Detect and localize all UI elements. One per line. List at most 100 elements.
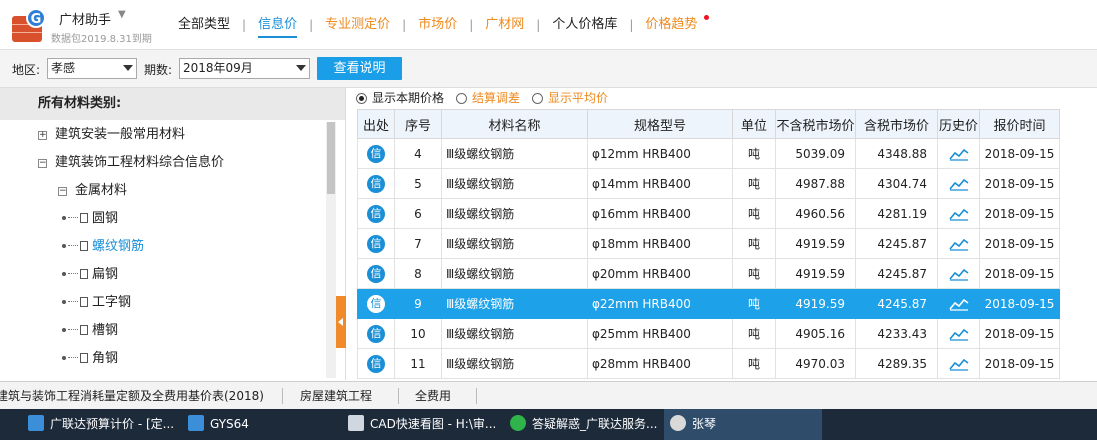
app-name[interactable]: 广材助手 bbox=[59, 9, 111, 28]
table-row[interactable]: 信 6 Ⅲ级螺纹钢筋 φ16mm HRB400 吨 4960.56 4281.19 2018-… bbox=[357, 198, 1060, 229]
info-price-badge-icon[interactable]: 信 bbox=[367, 294, 385, 313]
expand-icon[interactable]: + bbox=[38, 131, 47, 140]
panel-collapse-handle[interactable] bbox=[336, 296, 346, 348]
collapse-icon[interactable]: − bbox=[38, 159, 47, 168]
cell-price-in-tax[interactable]: 4233.43 bbox=[855, 318, 938, 349]
trend-chart-icon[interactable] bbox=[948, 236, 969, 251]
info-price-badge-icon[interactable]: 信 bbox=[367, 174, 385, 193]
radio-unchecked-icon[interactable] bbox=[456, 92, 468, 104]
cell-price-ex-tax[interactable]: 5039.09 bbox=[775, 138, 856, 169]
col-header-no[interactable]: 序号 bbox=[394, 109, 442, 139]
taskbar-item-user[interactable]: 张琴 bbox=[664, 409, 822, 440]
cell-price-in-tax[interactable]: 4348.88 bbox=[855, 138, 938, 169]
period-select[interactable]: 2018年09月 bbox=[179, 58, 310, 79]
nav-info-price[interactable]: 信息价 bbox=[246, 0, 309, 50]
trend-chart-icon[interactable] bbox=[948, 326, 969, 341]
taskbar-item-cad[interactable]: CAD快速看图 - H:\审... bbox=[342, 409, 500, 440]
radio-settlement-adjust[interactable]: 结算调差 bbox=[456, 88, 520, 108]
nav-price-trend[interactable]: 价格趋势 bbox=[633, 0, 715, 50]
table-row[interactable]: 信 11 Ⅲ级螺纹钢筋 φ28mm HRB400 吨 4970.03 4289.35 2018… bbox=[357, 348, 1060, 379]
trend-chart-icon[interactable] bbox=[948, 176, 969, 191]
col-header-price-in-tax[interactable]: 含税市场价 bbox=[855, 109, 938, 139]
info-price-badge-icon[interactable]: 信 bbox=[367, 204, 385, 223]
cell-history[interactable] bbox=[937, 258, 980, 289]
tree-leaf-angle-steel[interactable]: 角钢 bbox=[62, 349, 118, 369]
table-row[interactable]: 信 9 Ⅲ级螺纹钢筋 φ22mm HRB400 吨 4919.59 4245.87 2018-… bbox=[357, 288, 1060, 319]
cell-price-ex-tax[interactable]: 4919.59 bbox=[775, 228, 856, 259]
tree-leaf-flat-steel[interactable]: 扁钢 bbox=[62, 265, 118, 285]
cell-history[interactable] bbox=[937, 228, 980, 259]
col-header-date[interactable]: 报价时间 bbox=[979, 109, 1060, 139]
cell-price-in-tax[interactable]: 4245.87 bbox=[855, 288, 938, 319]
nav-market-price[interactable]: 市场价 bbox=[406, 0, 469, 50]
bottom-tab-quota-book[interactable]: 建筑与装饰工程消耗量定额及全费用基价表(2018) bbox=[0, 382, 264, 410]
cell-source[interactable]: 信 bbox=[357, 288, 395, 319]
cell-price-in-tax[interactable]: 4245.87 bbox=[855, 258, 938, 289]
tree-leaf-round-steel[interactable]: 圆钢 bbox=[62, 209, 118, 229]
cell-history[interactable] bbox=[937, 198, 980, 229]
trend-chart-icon[interactable] bbox=[948, 146, 969, 161]
cell-history[interactable] bbox=[937, 288, 980, 319]
table-row[interactable]: 信 4 Ⅲ级螺纹钢筋 φ12mm HRB400 吨 5039.09 4348.88 2018-… bbox=[357, 138, 1060, 169]
nav-all-types[interactable]: 全部类型 bbox=[166, 0, 242, 50]
cell-price-ex-tax[interactable]: 4960.56 bbox=[775, 198, 856, 229]
col-header-spec[interactable]: 规格型号 bbox=[587, 109, 733, 139]
trend-chart-icon[interactable] bbox=[948, 296, 969, 311]
taskbar-item-service[interactable]: 答疑解惑_广联达服务... bbox=[504, 409, 662, 440]
cell-price-in-tax[interactable]: 4245.87 bbox=[855, 228, 938, 259]
cell-price-ex-tax[interactable]: 4919.59 bbox=[775, 258, 856, 289]
table-row[interactable]: 信 8 Ⅲ级螺纹钢筋 φ20mm HRB400 吨 4919.59 4245.87 2018-… bbox=[357, 258, 1060, 289]
info-price-badge-icon[interactable]: 信 bbox=[367, 354, 385, 373]
cell-price-ex-tax[interactable]: 4919.59 bbox=[775, 288, 856, 319]
col-header-history[interactable]: 历史价 bbox=[937, 109, 980, 139]
col-header-price-ex-tax[interactable]: 不含税市场价 bbox=[775, 109, 856, 139]
col-header-source[interactable]: 出处 bbox=[357, 109, 395, 139]
trend-chart-icon[interactable] bbox=[948, 206, 969, 221]
info-price-badge-icon[interactable]: 信 bbox=[367, 234, 385, 253]
bottom-tab-building[interactable]: 房屋建筑工程 bbox=[300, 382, 372, 410]
cell-source[interactable]: 信 bbox=[357, 138, 395, 169]
info-price-badge-icon[interactable]: 信 bbox=[367, 144, 385, 163]
tree-node-general-materials[interactable]: + 建筑安装一般常用材料 bbox=[38, 125, 185, 145]
cell-price-ex-tax[interactable]: 4905.16 bbox=[775, 318, 856, 349]
bottom-tab-full-cost[interactable]: 全费用 bbox=[415, 382, 451, 410]
trend-chart-icon[interactable] bbox=[948, 356, 969, 371]
table-row[interactable]: 信 10 Ⅲ级螺纹钢筋 φ25mm HRB400 吨 4905.16 4233.43 2018… bbox=[357, 318, 1060, 349]
cell-history[interactable] bbox=[937, 168, 980, 199]
help-button[interactable]: 查看说明 bbox=[317, 57, 402, 80]
cell-source[interactable]: 信 bbox=[357, 198, 395, 229]
radio-checked-icon[interactable] bbox=[356, 92, 367, 104]
nav-guangcai-web[interactable]: 广材网 bbox=[473, 0, 536, 50]
taskbar-item-gys64[interactable]: GYS64 bbox=[182, 409, 332, 440]
cell-price-in-tax[interactable]: 4289.35 bbox=[855, 348, 938, 379]
cell-price-ex-tax[interactable]: 4987.88 bbox=[775, 168, 856, 199]
cell-history[interactable] bbox=[937, 318, 980, 349]
table-row[interactable]: 信 7 Ⅲ级螺纹钢筋 φ18mm HRB400 吨 4919.59 4245.87 2018-… bbox=[357, 228, 1060, 259]
taskbar-item-budget[interactable]: 广联达预算计价 - [定... bbox=[22, 409, 192, 440]
region-select[interactable]: 孝感 bbox=[47, 58, 137, 79]
radio-current-price[interactable]: 显示本期价格 bbox=[356, 88, 444, 108]
cell-price-ex-tax[interactable]: 4970.03 bbox=[775, 348, 856, 379]
collapse-icon[interactable]: − bbox=[58, 187, 67, 196]
radio-average-price[interactable]: 显示平均价 bbox=[532, 88, 608, 108]
app-menu-caret-icon[interactable]: ▼ bbox=[118, 9, 126, 20]
cell-price-in-tax[interactable]: 4281.19 bbox=[855, 198, 938, 229]
cell-price-in-tax[interactable]: 4304.74 bbox=[855, 168, 938, 199]
col-header-name[interactable]: 材料名称 bbox=[441, 109, 588, 139]
tree-leaf-channel-steel[interactable]: 槽钢 bbox=[62, 321, 118, 341]
tree-leaf-rebar[interactable]: 螺纹钢筋 bbox=[62, 237, 144, 257]
cell-source[interactable]: 信 bbox=[357, 168, 395, 199]
tree-node-decoration-materials[interactable]: − 建筑装饰工程材料综合信息价 bbox=[38, 153, 224, 173]
cell-history[interactable] bbox=[937, 348, 980, 379]
cell-source[interactable]: 信 bbox=[357, 258, 395, 289]
tree-node-metal-materials[interactable]: − 金属材料 bbox=[58, 181, 127, 201]
cell-source[interactable]: 信 bbox=[357, 318, 395, 349]
cell-source[interactable]: 信 bbox=[357, 348, 395, 379]
trend-chart-icon[interactable] bbox=[948, 266, 969, 281]
table-row[interactable]: 信 5 Ⅲ级螺纹钢筋 φ14mm HRB400 吨 4987.88 4304.74 2018-… bbox=[357, 168, 1060, 199]
radio-unchecked-icon[interactable] bbox=[532, 92, 544, 104]
nav-professional-price[interactable]: 专业测定价 bbox=[313, 0, 402, 50]
col-header-unit[interactable]: 单位 bbox=[732, 109, 776, 139]
info-price-badge-icon[interactable]: 信 bbox=[367, 264, 385, 283]
cell-source[interactable]: 信 bbox=[357, 228, 395, 259]
